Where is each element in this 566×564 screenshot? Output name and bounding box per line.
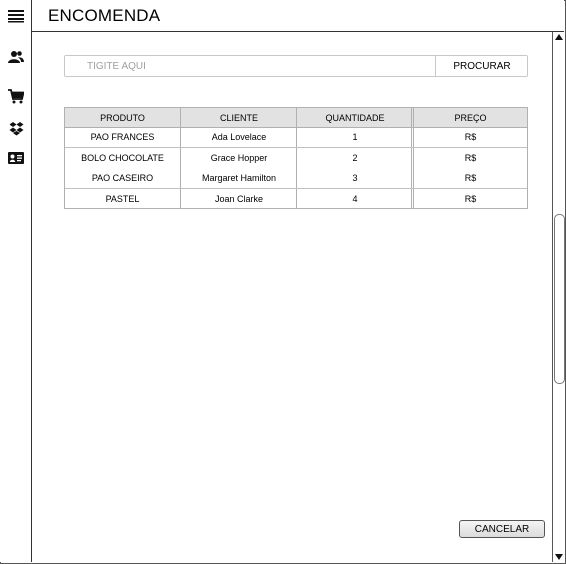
sidebar — [0, 0, 32, 562]
cell-preco: R$ — [464, 153, 477, 163]
cell-preco: R$ — [464, 132, 477, 142]
cell-preco: R$ — [464, 173, 477, 183]
page-header: ENCOMENDA — [32, 0, 564, 32]
scroll-down-arrow-icon[interactable] — [553, 552, 565, 562]
column-header-cliente[interactable]: CLIENTE — [181, 108, 297, 127]
search-input[interactable] — [65, 56, 435, 76]
orders-table: PRODUTO CLIENTE QUANTIDADE PREÇO PAO FRA… — [64, 107, 528, 209]
cell-quantidade: 2 — [352, 153, 358, 163]
cell-quantidade: 3 — [352, 173, 358, 183]
cart-icon[interactable] — [6, 87, 26, 105]
scrollbar-thumb[interactable] — [554, 214, 565, 384]
table-row[interactable]: BOLO CHOCOLATE Grace Hopper 2 R$ — [65, 148, 527, 168]
table-row[interactable]: PAO FRANCES Ada Lovelace 1 R$ — [65, 127, 527, 147]
cell-preco: R$ — [464, 194, 477, 204]
cell-produto: BOLO CHOCOLATE — [81, 153, 164, 163]
column-header-produto[interactable]: PRODUTO — [65, 108, 180, 127]
scroll-up-arrow-icon[interactable] — [553, 32, 565, 42]
search-button[interactable]: PROCURAR — [435, 56, 528, 76]
vertical-scrollbar[interactable] — [552, 32, 565, 562]
menu-icon[interactable] — [6, 7, 26, 25]
cell-produto: PAO FRANCES — [90, 132, 155, 142]
cell-produto: PASTEL — [105, 194, 140, 204]
cell-produto: PAO CASEIRO — [91, 173, 154, 183]
column-header-preco[interactable]: PREÇO — [414, 108, 527, 127]
cell-cliente: Joan Clarke — [214, 194, 264, 204]
table-row[interactable]: PASTEL Joan Clarke 4 R$ — [65, 189, 527, 209]
cell-cliente: Grace Hopper — [210, 153, 268, 163]
id-card-icon[interactable] — [6, 149, 26, 167]
app-window — [0, 0, 566, 564]
table-row[interactable]: PAO CASEIRO Margaret Hamilton 3 R$ — [65, 168, 527, 188]
page-title: ENCOMENDA — [48, 6, 161, 25]
cell-quantidade: 4 — [352, 194, 358, 204]
cell-quantidade: 1 — [352, 132, 358, 142]
cell-cliente: Ada Lovelace — [211, 132, 267, 142]
column-header-quantidade[interactable]: QUANTIDADE — [298, 108, 412, 127]
cell-cliente: Margaret Hamilton — [201, 173, 277, 183]
dropbox-icon[interactable] — [6, 120, 26, 138]
search-bar: PROCURAR — [64, 55, 528, 77]
cancel-button[interactable]: CANCELAR — [459, 520, 545, 538]
users-icon[interactable] — [6, 48, 26, 66]
